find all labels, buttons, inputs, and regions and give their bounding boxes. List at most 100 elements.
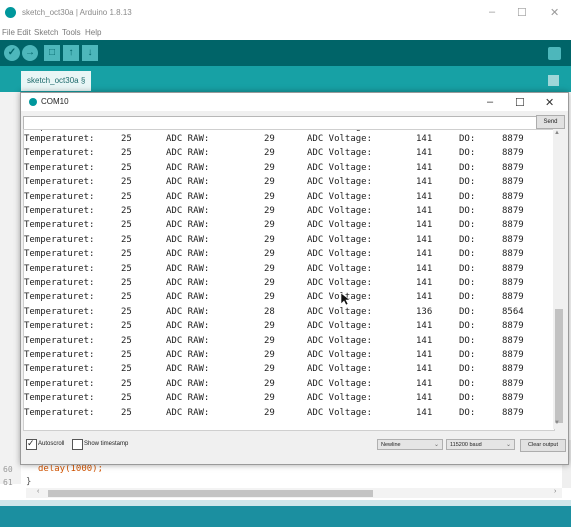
serial-output-value: ADC RAW: <box>166 177 210 188</box>
serial-send-input[interactable] <box>23 116 539 130</box>
serial-output-value: ADC Voltage: <box>307 407 373 418</box>
code-line-close-brace[interactable]: } <box>26 477 31 487</box>
serial-output-value: 141 <box>416 206 433 216</box>
serial-output-value: 25 <box>121 306 132 317</box>
serial-output-value: Temperaturet: <box>24 249 95 260</box>
serial-output-value: ADC RAW: <box>166 191 210 202</box>
serial-output-value: 29 <box>264 130 275 132</box>
serial-output-value: 25 <box>121 220 132 231</box>
serial-output-value: 29 <box>264 177 275 188</box>
serial-output-value: 25 <box>121 206 132 216</box>
serial-output-value: 141 <box>416 378 433 389</box>
menu-help[interactable]: Help <box>85 28 101 37</box>
serial-output-value: ADC Voltage: <box>307 306 373 317</box>
serial-output-value: 29 <box>264 134 275 144</box>
serial-output-value: DO: <box>459 234 476 245</box>
clear-output-button[interactable]: Clear output <box>520 439 566 452</box>
serial-output-value: 25 <box>121 191 132 202</box>
close-icon[interactable]: ✕ <box>545 96 554 109</box>
menu-sketch[interactable]: Sketch <box>34 28 58 37</box>
serial-output-value: ADC RAW: <box>166 364 210 375</box>
horizontal-scroll-thumb[interactable] <box>48 490 373 497</box>
serial-output-value: 141 <box>416 249 433 260</box>
serial-output-value: ADC RAW: <box>166 350 210 360</box>
serial-output-value: ADC Voltage: <box>307 130 372 132</box>
serial-output-line: Temperaturet: 25 ADC RAW: 29 ADC Voltage: 141… <box>24 350 554 363</box>
code-line-delay[interactable]: delay(1000); <box>38 464 103 474</box>
serial-output-value: 141 <box>416 364 433 375</box>
scroll-left-icon[interactable]: ‹ <box>37 488 39 495</box>
serial-output-value: ADC RAW: <box>166 220 210 231</box>
menu-file[interactable]: File <box>2 28 15 37</box>
tab-menu-icon[interactable] <box>548 75 559 86</box>
serial-output-value: 29 <box>264 191 275 202</box>
baud-rate-value: 115200 baud <box>450 442 482 448</box>
serial-output-value: 141 <box>416 177 433 188</box>
console-divider <box>0 500 571 506</box>
serial-output-value: Temperaturet: <box>24 191 95 202</box>
serial-output-value: ADC RAW: <box>166 292 210 303</box>
serial-output-value: DO: <box>459 177 476 188</box>
serial-output-value: ADC RAW: <box>166 321 210 332</box>
scroll-down-icon[interactable]: ▼ <box>554 420 560 426</box>
serial-output-value: ADC RAW: <box>166 134 210 144</box>
serial-output-value: Temperaturet: <box>24 177 95 188</box>
serial-output-value: 141 <box>416 393 433 404</box>
serial-output-value: 25 <box>121 263 132 274</box>
tab-sketch[interactable]: sketch_oct30a § <box>21 71 92 91</box>
serial-output-value: ADC Voltage: <box>307 249 373 260</box>
serial-output-value: 8879 <box>502 278 524 288</box>
serial-monitor-footer: ✓ Autoscroll Show timestamp Newline ⌄ 11… <box>21 433 568 455</box>
baud-rate-select[interactable]: 115200 baud ⌄ <box>446 439 515 450</box>
serial-output-value: 29 <box>264 220 275 231</box>
serial-output-value: Temperaturet: <box>24 130 94 132</box>
send-button[interactable]: Send <box>536 115 565 129</box>
serial-output-value: 141 <box>416 278 433 288</box>
scroll-right-icon[interactable]: › <box>554 488 556 495</box>
scroll-up-icon[interactable]: ▲ <box>554 130 560 136</box>
autoscroll-checkbox[interactable]: ✓ <box>26 438 37 450</box>
chevron-down-icon: ⌄ <box>433 442 439 448</box>
show-timestamp-checkbox[interactable] <box>72 439 83 450</box>
checkmark-icon: ✓ <box>27 438 35 448</box>
menu-tools[interactable]: Tools <box>62 28 81 37</box>
autoscroll-label: Autoscroll <box>38 441 65 447</box>
serial-output-value: Temperaturet: <box>24 278 95 288</box>
serial-output-value: ADC RAW: <box>166 335 210 346</box>
serial-output-value: ADC RAW: <box>166 130 209 132</box>
maximize-icon[interactable]: ☐ <box>515 96 525 109</box>
serial-output-value: ADC RAW: <box>166 378 210 389</box>
serial-output[interactable]: Temperaturet: 25 ADC RAW: 29 ADC Voltage: 141… <box>23 129 555 431</box>
tab-bar: sketch_oct30a § <box>0 66 571 92</box>
serial-output-value: ADC Voltage: <box>307 321 373 332</box>
minimize-icon[interactable]: – <box>489 6 495 18</box>
new-file-icon[interactable]: □ <box>44 45 60 61</box>
serial-output-value: 8879 <box>502 130 524 132</box>
serial-output-value: 8879 <box>502 393 524 404</box>
show-timestamp-label: Show timestamp <box>84 441 129 447</box>
serial-output-value: 8879 <box>502 134 524 144</box>
serial-output-value: ADC RAW: <box>166 393 210 404</box>
maximize-icon[interactable]: ☐ <box>517 6 527 19</box>
serial-output-value: 25 <box>121 335 132 346</box>
serial-output-value: DO: <box>459 134 476 144</box>
serial-output-value: 29 <box>264 350 275 360</box>
serial-output-line: Temperaturet: 25 ADC RAW: 29 ADC Voltage: 141… <box>24 163 554 176</box>
serial-monitor-title: COM10 <box>41 97 69 106</box>
serial-monitor-icon[interactable] <box>548 47 561 60</box>
menu-edit[interactable]: Edit <box>17 28 31 37</box>
serial-output-value: 25 <box>121 350 132 360</box>
serial-output-line: Temperaturet: 25 ADC RAW: 29 ADC Voltage: 141… <box>24 235 554 248</box>
serial-output-value: 8879 <box>502 220 524 231</box>
serial-scroll-thumb[interactable] <box>555 309 563 423</box>
menu-bar: File Edit Sketch Tools Help <box>0 26 571 40</box>
verify-icon[interactable]: ✓ <box>4 45 20 61</box>
close-icon[interactable]: ✕ <box>550 6 559 19</box>
line-ending-select[interactable]: Newline ⌄ <box>377 439 443 450</box>
serial-output-value: 141 <box>416 234 433 245</box>
serial-output-value: DO: <box>459 364 476 375</box>
open-icon[interactable]: ↑ <box>63 45 79 61</box>
upload-icon[interactable]: → <box>22 45 38 61</box>
save-icon[interactable]: ↓ <box>82 45 98 61</box>
minimize-icon[interactable]: – <box>487 96 493 108</box>
